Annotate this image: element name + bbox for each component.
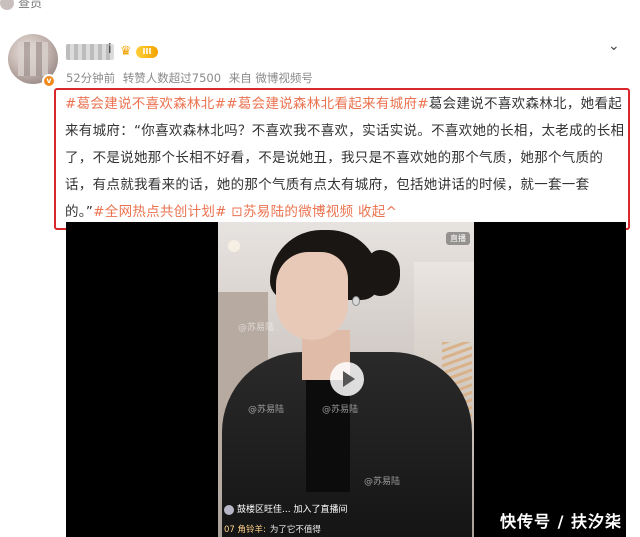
watermark: @苏易陆: [364, 477, 401, 487]
collapse-label: 收起: [358, 204, 386, 220]
verified-badge-icon: v: [42, 74, 56, 88]
crown-icon: ♛: [120, 44, 132, 59]
chevron-down-icon[interactable]: ⌄: [608, 38, 620, 54]
play-icon: [343, 371, 355, 387]
top-avatar[interactable]: [0, 0, 14, 10]
username-suffix[interactable]: i: [108, 42, 112, 57]
post-meta: 52分钟前 转赞人数超过7500 来自 微博视频号: [66, 70, 317, 86]
face: [276, 252, 348, 340]
chat-message-text: 为了它不值得: [269, 525, 321, 535]
hashtag-1[interactable]: #葛会建说不喜欢森林北#: [65, 96, 226, 112]
collapse-up-icon: ^: [385, 204, 398, 220]
top-label[interactable]: 查员: [18, 0, 42, 11]
post-source[interactable]: 来自 微博视频号: [229, 71, 313, 85]
top-bar: 查员: [0, 0, 640, 14]
collapse-button[interactable]: 收起^: [358, 204, 397, 220]
post-header: v i ♛ III 52分钟前 转赞人数超过7500 来自 微博视频号 ⌄: [0, 30, 640, 90]
play-button[interactable]: [330, 362, 364, 396]
source-watermark: 快传号 / 扶汐柒: [500, 512, 622, 531]
live-chat-message: 07 角铃羊: 为了它不值得: [224, 523, 444, 535]
hashtag-2[interactable]: #葛会建说森林北看起来有城府#: [226, 96, 429, 112]
hair-bun: [368, 250, 400, 296]
username-masked[interactable]: [66, 44, 114, 60]
post-body: #葛会建说不喜欢森林北##葛会建说森林北看起来有城府#葛会建说不喜欢森林北，她看…: [65, 91, 626, 226]
chat-join-text: 鼓楼区旺佳... 加入了直播间: [237, 505, 348, 515]
watermark: @苏易陆: [322, 405, 359, 415]
live-chat-join: 鼓楼区旺佳... 加入了直播间: [224, 502, 424, 516]
chat-username: 07 角铃羊:: [224, 525, 266, 535]
chat-avatar: [224, 504, 234, 515]
video-link-icon: ⊡: [231, 204, 243, 220]
post-time: 52分钟前: [66, 71, 116, 85]
vip-level-label: III: [136, 46, 158, 58]
video-link[interactable]: 苏易陆的微博视频: [243, 204, 353, 220]
avatar-mosaic: [18, 42, 48, 76]
vip-badge[interactable]: ♛ III: [120, 45, 158, 59]
post-content: #葛会建说不喜欢森林北##葛会建说森林北看起来有城府#葛会建说不喜欢森林北，她看…: [64, 91, 626, 220]
video-player[interactable]: 直播 @苏易陆 @苏易陆 @苏易陆 @苏易陆 鼓楼区旺佳... 加入了直播间 0…: [66, 222, 626, 537]
hashtag-trailing[interactable]: #全网热点共创计划#: [93, 204, 227, 220]
repost-count: 转赞人数超过7500: [122, 71, 222, 85]
post-text: 葛会建说不喜欢森林北，她看起来有城府：“你喜欢森林北吗？不喜欢我不喜欢，实话实说…: [65, 96, 625, 220]
watermark: @苏易陆: [238, 323, 275, 333]
video-frame: 直播 @苏易陆 @苏易陆 @苏易陆 @苏易陆 鼓楼区旺佳... 加入了直播间 0…: [218, 222, 474, 537]
live-badge: 直播: [446, 232, 470, 245]
ceiling-lamp: [228, 240, 240, 252]
earring: [352, 296, 360, 306]
watermark: @苏易陆: [248, 405, 285, 415]
